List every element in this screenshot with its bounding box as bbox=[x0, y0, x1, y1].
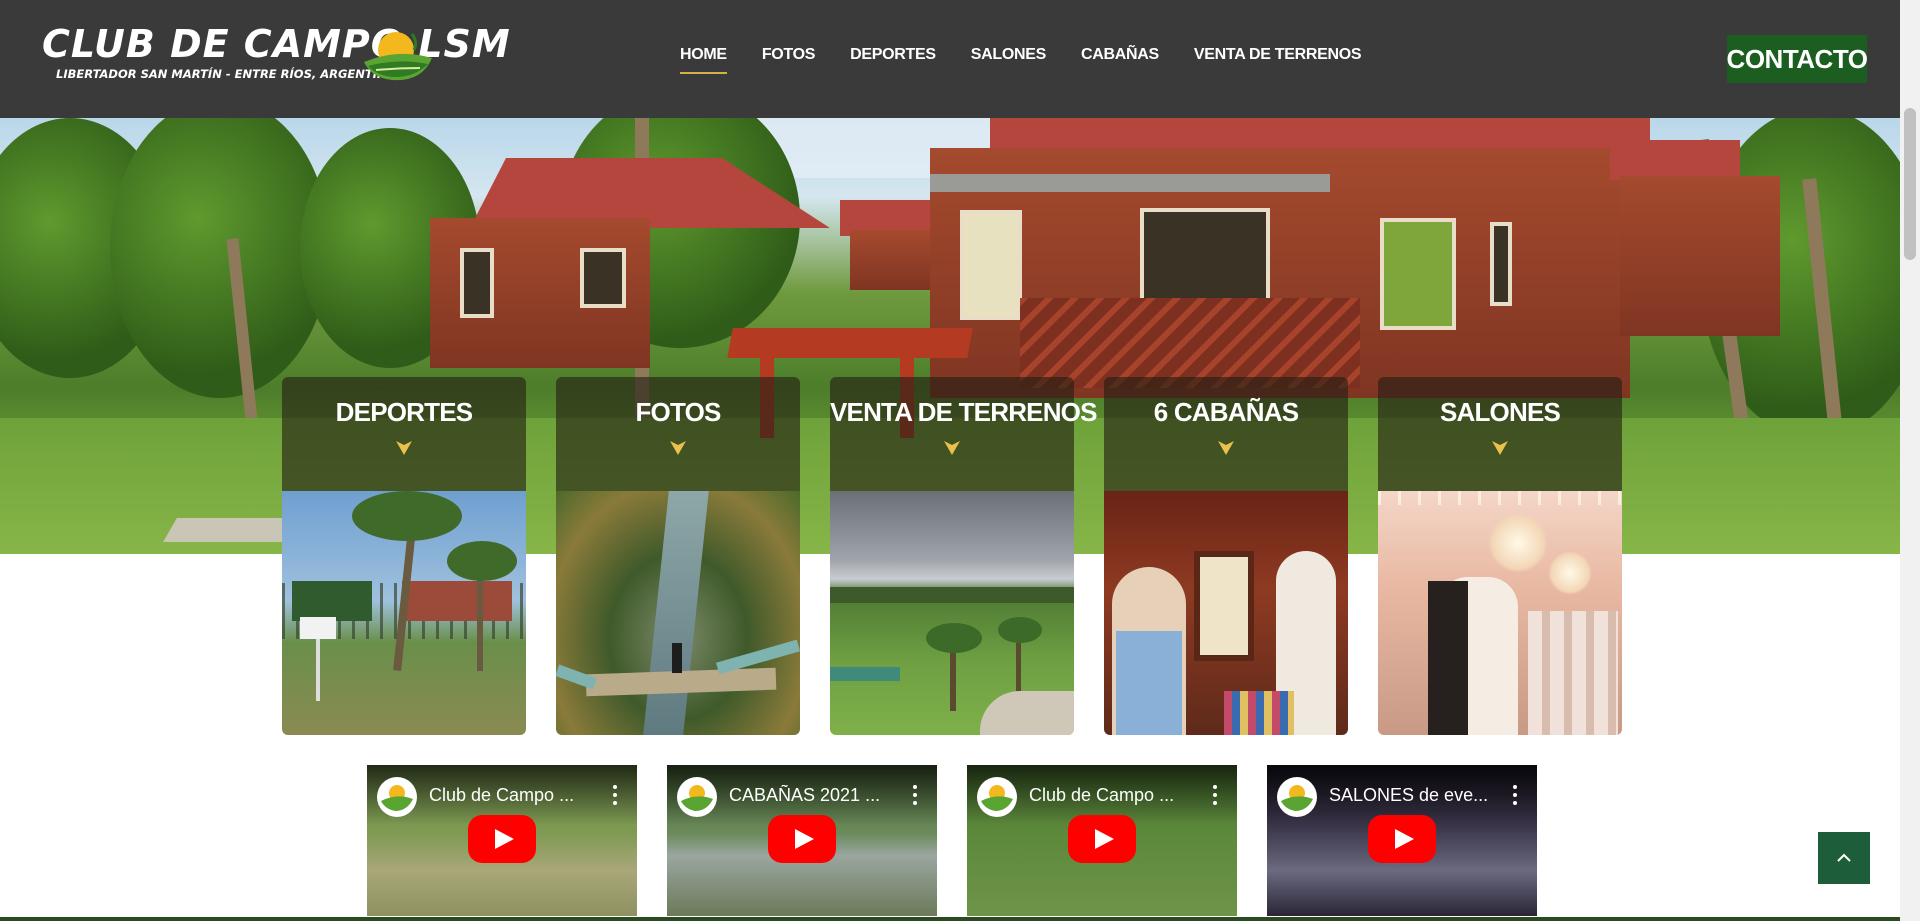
card-header: FOTOS bbox=[556, 377, 800, 491]
page-bottom-edge bbox=[0, 917, 1900, 921]
card-header: SALONES bbox=[1378, 377, 1622, 491]
arrow-down-icon bbox=[1492, 441, 1508, 455]
card-header: 6 CABAÑAS bbox=[1104, 377, 1348, 491]
porch-roof bbox=[930, 174, 1330, 192]
youtube-video-1[interactable]: Club de Campo ... bbox=[367, 765, 637, 916]
card-salones[interactable]: SALONES bbox=[1378, 377, 1622, 735]
nav-home[interactable]: HOME bbox=[680, 46, 727, 74]
youtube-play-icon[interactable] bbox=[768, 815, 836, 863]
chevron-up-icon bbox=[1837, 853, 1851, 862]
youtube-video-2[interactable]: CABAÑAS 2021 ... bbox=[667, 765, 937, 916]
more-vert-icon[interactable] bbox=[605, 783, 625, 807]
youtube-play-icon[interactable] bbox=[468, 815, 536, 863]
cabin bbox=[1620, 176, 1780, 336]
sun-landscape-logo-icon bbox=[681, 785, 713, 811]
cabin-window bbox=[1380, 218, 1456, 330]
cabin-window bbox=[1490, 222, 1512, 306]
card-deportes[interactable]: DEPORTES bbox=[282, 377, 526, 735]
sun-landscape-logo-icon bbox=[1281, 785, 1313, 811]
card-photo-fotos bbox=[556, 491, 800, 735]
card-title: VENTA DE TERRENOS bbox=[830, 397, 1097, 427]
tree bbox=[110, 118, 330, 398]
video-title[interactable]: CABAÑAS 2021 ... bbox=[729, 785, 889, 806]
more-vert-icon[interactable] bbox=[905, 783, 925, 807]
logo-subtitle: LIBERTADOR SAN MARTÍN - ENTRE RÍOS, ARGE… bbox=[56, 67, 396, 81]
cabin-window bbox=[580, 248, 626, 308]
arrow-down-icon bbox=[944, 441, 960, 455]
page: CLUB DE CAMPO LSM LIBERTADOR SAN MARTÍN … bbox=[0, 0, 1920, 921]
card-photo-salones bbox=[1378, 491, 1622, 735]
youtube-video-4[interactable]: SALONES de eve... bbox=[1267, 765, 1537, 916]
cabin-deck-railing bbox=[1020, 298, 1360, 388]
nav-deportes[interactable]: DEPORTES bbox=[850, 46, 936, 74]
sun-landscape-logo-icon bbox=[381, 785, 413, 811]
cabin-window bbox=[460, 248, 494, 318]
card-title: FOTOS bbox=[635, 397, 721, 427]
sun-landscape-logo-icon bbox=[364, 32, 432, 81]
more-vert-icon[interactable] bbox=[1205, 783, 1225, 807]
card-cabanas[interactable]: 6 CABAÑAS bbox=[1104, 377, 1348, 735]
card-photo-cabanas bbox=[1104, 491, 1348, 735]
channel-avatar[interactable] bbox=[977, 777, 1017, 817]
cabin-window bbox=[960, 210, 1022, 320]
more-vert-icon[interactable] bbox=[1505, 783, 1525, 807]
main-nav: HOME FOTOS DEPORTES SALONES CABAÑAS VENT… bbox=[680, 46, 1396, 74]
card-photo-deportes bbox=[282, 491, 526, 735]
card-photo-venta-de-terrenos bbox=[830, 491, 1074, 735]
youtube-video-3[interactable]: Club de Campo ... bbox=[967, 765, 1237, 916]
card-header: DEPORTES bbox=[282, 377, 526, 491]
nav-cabanas[interactable]: CABAÑAS bbox=[1081, 46, 1159, 74]
nav-venta-de-terrenos[interactable]: VENTA DE TERRENOS bbox=[1194, 46, 1362, 74]
channel-avatar[interactable] bbox=[677, 777, 717, 817]
video-title[interactable]: Club de Campo ... bbox=[1029, 785, 1189, 806]
sun-landscape-logo-icon bbox=[981, 785, 1013, 811]
arrow-down-icon bbox=[670, 441, 686, 455]
cabin bbox=[850, 230, 940, 290]
cabin-roof bbox=[990, 118, 1650, 148]
logo-title: CLUB DE CAMPO LSM bbox=[42, 22, 511, 66]
card-fotos[interactable]: FOTOS bbox=[556, 377, 800, 735]
youtube-play-icon[interactable] bbox=[1068, 815, 1136, 863]
contact-button[interactable]: CONTACTO bbox=[1727, 35, 1868, 83]
arrow-down-icon bbox=[396, 441, 412, 455]
card-venta-de-terrenos[interactable]: VENTA DE TERRENOS bbox=[830, 377, 1097, 735]
youtube-play-icon[interactable] bbox=[1368, 815, 1436, 863]
arrow-down-icon bbox=[1218, 441, 1234, 455]
picnic-table bbox=[727, 328, 973, 358]
site-header: CLUB DE CAMPO LSM LIBERTADOR SAN MARTÍN … bbox=[0, 0, 1900, 118]
cabin-roof bbox=[1610, 140, 1740, 180]
card-title: DEPORTES bbox=[335, 397, 473, 427]
back-to-top-button[interactable] bbox=[1818, 832, 1870, 884]
nav-fotos[interactable]: FOTOS bbox=[762, 46, 816, 74]
channel-avatar[interactable] bbox=[377, 777, 417, 817]
video-title[interactable]: Club de Campo ... bbox=[429, 785, 589, 806]
nav-salones[interactable]: SALONES bbox=[971, 46, 1047, 74]
card-title: SALONES bbox=[1439, 397, 1561, 427]
card-title: 6 CABAÑAS bbox=[1153, 397, 1299, 427]
page-scrollbar[interactable] bbox=[1900, 0, 1920, 921]
video-title[interactable]: SALONES de eve... bbox=[1329, 785, 1489, 806]
site-logo[interactable]: CLUB DE CAMPO LSM LIBERTADOR SAN MARTÍN … bbox=[42, 22, 510, 92]
scrollbar-thumb[interactable] bbox=[1904, 108, 1916, 260]
card-header: VENTA DE TERRENOS bbox=[830, 377, 1097, 491]
channel-avatar[interactable] bbox=[1277, 777, 1317, 817]
